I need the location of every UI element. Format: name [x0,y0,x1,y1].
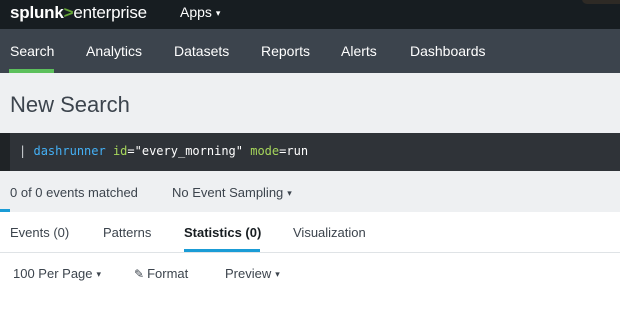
tab-visualization[interactable]: Visualization [293,225,366,240]
nav-tab-analytics[interactable]: Analytics [86,43,142,59]
per-page-label: 100 Per Page [13,266,93,281]
query-command: dashrunner [33,144,106,158]
format-label: Format [147,266,189,281]
logo-text-splunk: splunk [10,3,64,22]
search-header: New Search | dashrunner id="every_mornin… [0,73,620,212]
app-nav-bar: Search Analytics Datasets Reports Alerts… [0,29,620,73]
top-bar: splunk>enterprise Apps ▾ [0,0,620,29]
active-results-tab-indicator [184,249,260,252]
query-arg-id: id [112,144,128,158]
event-sampling-label: No Event Sampling [172,185,284,200]
query-arg-id-value: ="every_morning" [127,144,243,158]
preview-dropdown[interactable]: Preview ▾ [225,266,280,281]
pencil-icon: ✎ [134,267,145,281]
apps-menu-label: Apps [180,4,212,20]
query-arg-mode: mode [250,144,280,158]
nav-tab-search[interactable]: Search [10,43,54,59]
chevron-down-icon: ▾ [96,269,102,279]
chevron-down-icon: ▾ [215,8,221,18]
top-right-decoration [582,0,620,4]
results-tab-bar: Events (0) Patterns Statistics (0) Visua… [0,212,620,253]
search-bar[interactable]: | dashrunner id="every_morning" mode=run [0,133,620,171]
preview-label: Preview [225,266,272,281]
splunk-logo[interactable]: splunk>enterprise [10,3,147,23]
nav-tab-alerts[interactable]: Alerts [341,43,377,59]
chevron-down-icon: ▾ [287,188,292,198]
query-arg-mode-value: =run [279,144,309,158]
search-query-input[interactable]: | dashrunner id="every_morning" mode=run [19,144,308,158]
nav-tab-reports[interactable]: Reports [261,43,310,59]
tab-patterns[interactable]: Patterns [103,225,151,240]
tab-statistics[interactable]: Statistics (0) [184,225,261,240]
event-sampling-dropdown[interactable]: No Event Sampling ▾ [172,185,292,200]
logo-text-enterprise: enterprise [73,3,147,22]
events-matched-status: 0 of 0 events matched [10,185,138,200]
page-title: New Search [10,92,130,117]
tab-events[interactable]: Events (0) [10,225,69,240]
per-page-dropdown[interactable]: 100 Per Page ▾ [13,266,101,281]
chevron-down-icon: ▾ [275,269,280,279]
nav-tab-dashboards[interactable]: Dashboards [410,43,486,59]
logo-chevron: > [63,3,74,22]
search-bar-edge [0,133,10,171]
nav-tab-datasets[interactable]: Datasets [174,43,229,59]
query-pipe: | [19,144,27,158]
apps-menu[interactable]: Apps ▾ [180,4,220,20]
format-button[interactable]: ✎ Format [134,266,188,281]
